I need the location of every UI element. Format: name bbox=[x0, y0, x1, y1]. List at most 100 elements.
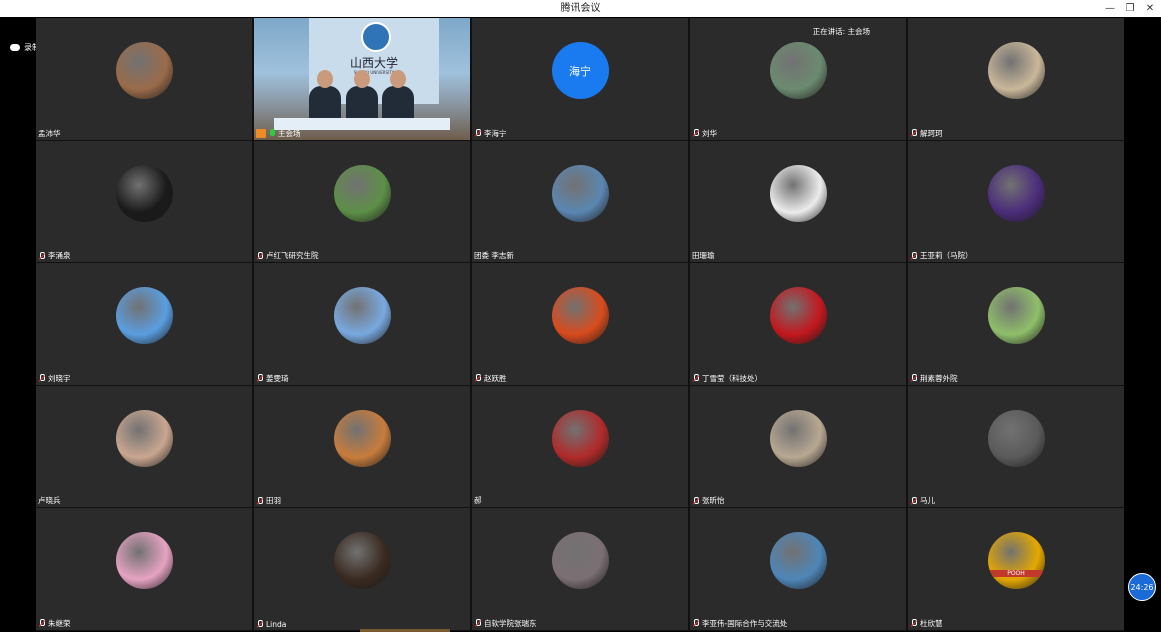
mic-muted-icon bbox=[256, 251, 264, 260]
mic-muted-icon bbox=[38, 619, 46, 627]
mic-muted-icon bbox=[692, 129, 700, 137]
title-bar: 腾讯会议 — ❐ ✕ bbox=[0, 0, 1161, 17]
participant-tile[interactable]: 赵跃胜 bbox=[472, 263, 688, 385]
avatar bbox=[551, 409, 609, 467]
mic-muted-icon bbox=[692, 619, 700, 627]
close-icon[interactable]: ✕ bbox=[1145, 3, 1155, 14]
participant-name-bar: 郝 bbox=[474, 495, 482, 506]
mic-muted-icon bbox=[474, 619, 482, 627]
avatar bbox=[115, 409, 173, 467]
participant-tile[interactable]: 李亚伟-国际合作与交流处 bbox=[690, 508, 906, 630]
participant-tile[interactable]: 荆素蓉外院 bbox=[908, 263, 1124, 385]
participant-tile[interactable]: 张昕怡 bbox=[690, 385, 906, 508]
mic-muted-icon bbox=[474, 374, 482, 382]
participant-name: 田羽 bbox=[266, 496, 281, 506]
window-title: 腾讯会议 bbox=[560, 3, 601, 14]
participant-name-bar: 姜雯琦 bbox=[256, 373, 289, 384]
participant-name-bar: 刘华 bbox=[692, 128, 717, 139]
participant-name: 解珂珂 bbox=[920, 128, 943, 138]
mic-muted-icon bbox=[38, 374, 46, 382]
host-badge-icon bbox=[256, 128, 266, 138]
avatar bbox=[551, 164, 609, 222]
participant-name: 姜雯琦 bbox=[266, 373, 289, 383]
participant-name-bar: 朱继荣 bbox=[38, 618, 71, 629]
timer-badge[interactable]: 24:26 bbox=[1128, 573, 1156, 601]
avatar bbox=[333, 287, 391, 345]
avatar bbox=[987, 42, 1045, 99]
participant-name-bar: 李海宁 bbox=[474, 128, 507, 139]
mic-muted-icon bbox=[910, 496, 918, 505]
left-panel bbox=[0, 17, 36, 632]
mic-active-icon bbox=[268, 129, 276, 137]
participant-grid: 孟沛华 山西大学 SHANXI UNIVERSITY 主会场 海宁 李海宁 正在讲话: 主会… bbox=[36, 18, 1124, 631]
participant-name: 卢晓兵 bbox=[38, 496, 61, 506]
participant-tile[interactable]: POOH 杜欣慧 bbox=[908, 508, 1124, 630]
avatar bbox=[115, 164, 173, 222]
participant-tile[interactable]: 王亚莉（马院） bbox=[908, 140, 1124, 263]
participant-name: 卢红飞研究生院 bbox=[266, 251, 319, 261]
participant-tile[interactable]: 刘晓宇 bbox=[36, 263, 252, 385]
avatar bbox=[769, 287, 827, 345]
participant-name-bar: 马儿 bbox=[910, 495, 935, 506]
participant-name: 荆素蓉外院 bbox=[920, 373, 958, 383]
participant-tile[interactable]: 卢红飞研究生院 bbox=[254, 140, 470, 263]
participant-name: 自软学院张瑞东 bbox=[484, 618, 537, 628]
participant-tile[interactable]: 自软学院张瑞东 bbox=[472, 508, 688, 630]
mic-muted-icon bbox=[910, 619, 918, 627]
avatar bbox=[769, 164, 827, 222]
participant-tile[interactable]: 孟沛华 bbox=[36, 18, 252, 140]
participant-name: 赵跃胜 bbox=[484, 373, 507, 383]
participant-name-bar: 李亚伟-国际合作与交流处 bbox=[692, 618, 787, 629]
speaking-indicator: 正在讲话: 主会场 bbox=[812, 27, 870, 36]
participant-name: 杜欣慧 bbox=[920, 618, 943, 628]
participant-name-bar: 田羽 bbox=[256, 495, 281, 506]
participant-tile[interactable]: 卢晓兵 bbox=[36, 385, 252, 508]
participant-tile[interactable]: 田珊瑜 bbox=[690, 140, 906, 263]
participant-tile[interactable]: 郝 bbox=[472, 385, 688, 508]
participant-tile[interactable]: 田羽 bbox=[254, 385, 470, 508]
participant-name: 主会场 bbox=[278, 128, 301, 138]
participant-name: 刘晓宇 bbox=[48, 373, 71, 383]
avatar bbox=[333, 532, 391, 590]
cloud-icon bbox=[10, 44, 20, 51]
restore-icon[interactable]: ❐ bbox=[1125, 3, 1135, 14]
mic-muted-icon bbox=[910, 374, 918, 382]
mic-muted-icon bbox=[910, 251, 918, 260]
university-seal-icon bbox=[361, 22, 391, 52]
participant-name-bar: 刘晓宇 bbox=[38, 373, 71, 384]
participant-tile[interactable]: 海宁 李海宁 bbox=[472, 18, 688, 140]
participant-tile[interactable]: 马儿 bbox=[908, 385, 1124, 508]
participant-tile[interactable]: 朱继荣 bbox=[36, 508, 252, 630]
mic-muted-icon bbox=[38, 251, 46, 260]
participant-tile[interactable]: Linda bbox=[254, 508, 470, 630]
participant-name: 丁雪莹（科技处） bbox=[702, 373, 762, 383]
participant-tile[interactable]: 李涌泉 bbox=[36, 140, 252, 263]
participant-name: 李涌泉 bbox=[48, 251, 71, 261]
participant-tile[interactable]: 正在讲话: 主会场刘华 bbox=[690, 18, 906, 140]
participant-name: 王亚莉（马院） bbox=[920, 251, 973, 261]
mic-muted-icon bbox=[256, 496, 264, 505]
participant-name: 马儿 bbox=[920, 496, 935, 506]
mic-muted-icon bbox=[256, 620, 264, 628]
participant-tile[interactable]: 解珂珂 bbox=[908, 18, 1124, 140]
avatar bbox=[769, 42, 827, 99]
participant-tile[interactable]: 团委 李志新 bbox=[472, 140, 688, 263]
minimize-icon[interactable]: — bbox=[1105, 3, 1115, 14]
participant-tile[interactable]: 山西大学 SHANXI UNIVERSITY 主会场 bbox=[254, 18, 470, 140]
participant-tile[interactable]: 丁雪莹（科技处） bbox=[690, 263, 906, 385]
participant-name-bar: 李涌泉 bbox=[38, 250, 71, 261]
participant-name: 郝 bbox=[474, 496, 482, 506]
participant-name-bar: 荆素蓉外院 bbox=[910, 373, 958, 384]
participant-name-bar: 孟沛华 bbox=[38, 128, 61, 139]
participant-tile[interactable]: 姜雯琦 bbox=[254, 263, 470, 385]
avatar bbox=[551, 287, 609, 345]
participant-name-bar: 田珊瑜 bbox=[692, 250, 715, 261]
window-controls: — ❐ ✕ bbox=[1105, 0, 1155, 17]
avatar bbox=[115, 42, 173, 99]
mic-muted-icon bbox=[692, 374, 700, 382]
avatar: POOH bbox=[987, 532, 1045, 590]
participant-name: 田珊瑜 bbox=[692, 251, 715, 261]
participant-name-bar: 自软学院张瑞东 bbox=[474, 618, 537, 629]
banner-title: 山西大学 bbox=[349, 56, 398, 70]
mic-muted-icon bbox=[474, 129, 482, 137]
